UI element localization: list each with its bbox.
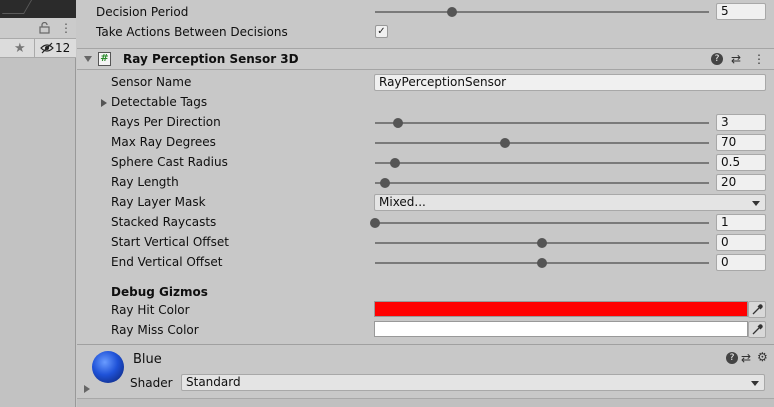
decision-period-row: Decision Period 5 [77,1,774,21]
rays-per-direction-slider-thumb[interactable] [393,118,404,128]
decision-period-slider-track[interactable] [375,11,709,13]
decision-period-label: Decision Period [96,5,189,19]
inspector-bottom-strip [77,398,774,407]
end-vertical-offset-label: End Vertical Offset [111,255,223,269]
sphere-cast-radius-label: Sphere Cast Radius [111,155,228,169]
panel-toolbar: ⋮ [0,18,76,38]
rays-per-direction-slider-track[interactable] [375,122,709,124]
lock-icon[interactable] [39,22,50,34]
sensor-name-row: Sensor Name RayPerceptionSensor [77,72,774,92]
stacked-raycasts-field[interactable]: 1 [716,214,766,231]
scene-view-strip [0,0,76,18]
ray-layer-mask-label: Ray Layer Mask [111,195,206,209]
ray-length-row: Ray Length 20 [77,172,774,192]
end-vertical-offset-row: End Vertical Offset 0 [77,252,774,272]
decision-period-field[interactable]: 5 [716,3,766,20]
shader-dropdown[interactable]: Standard [181,374,765,391]
help-icon[interactable]: ? [711,53,723,65]
eyedropper-icon[interactable] [748,321,766,338]
sphere-cast-radius-slider-track[interactable] [375,162,709,164]
gear-icon[interactable]: ⚙ [757,350,768,364]
stacked-raycasts-slider-track[interactable] [375,222,709,224]
material-preview-sphere [92,351,124,383]
scene-corner-decoration [1,0,33,14]
stacked-raycasts-label: Stacked Raycasts [111,215,217,229]
ray-length-slider-track[interactable] [375,182,709,184]
ray-hit-color-row: Ray Hit Color [77,300,774,320]
sphere-cast-radius-field[interactable]: 0.5 [716,154,766,171]
favorite-star-icon[interactable]: ★ [14,41,26,56]
debug-gizmos-header: Debug Gizmos [77,282,774,302]
hidden-count: 12 [55,41,71,55]
component-title: Ray Perception Sensor 3D [123,52,299,66]
divider [34,39,35,57]
max-ray-degrees-slider-track[interactable] [375,142,709,144]
ray-miss-color-label: Ray Miss Color [111,323,199,337]
max-ray-degrees-field[interactable]: 70 [716,134,766,151]
panel-filter-row: ★ 12 [0,38,76,58]
detectable-tags-label[interactable]: Detectable Tags [111,95,207,109]
hierarchy-panel: ⋮ ★ 12 [0,0,76,407]
stacked-raycasts-slider-thumb[interactable] [370,218,380,228]
presets-icon[interactable]: ⇄ [741,351,751,365]
sphere-cast-radius-slider-thumb[interactable] [390,158,401,168]
chevron-down-icon [752,201,760,206]
end-vertical-offset-slider-thumb[interactable] [537,258,547,268]
ray-miss-color-row: Ray Miss Color [77,320,774,340]
material-name: Blue [133,352,162,367]
take-actions-label: Take Actions Between Decisions [96,25,288,39]
detectable-tags-foldout-icon[interactable] [101,99,107,107]
ray-miss-color-swatch[interactable] [374,321,748,337]
ray-length-slider-thumb[interactable] [380,178,391,188]
take-actions-checkbox[interactable]: ✓ [375,25,388,38]
eyedropper-icon[interactable] [748,301,766,318]
sensor-name-input[interactable]: RayPerceptionSensor [374,74,766,91]
shader-value: Standard [186,375,241,389]
inspector-panel: Decision Period 5 Take Actions Between D… [77,0,774,407]
presets-icon[interactable]: ⇄ [731,52,741,66]
material-foldout-icon[interactable] [84,385,90,393]
rays-per-direction-label: Rays Per Direction [111,115,221,129]
stacked-raycasts-row: Stacked Raycasts 1 [77,212,774,232]
decision-period-slider-thumb[interactable] [446,7,457,17]
debug-gizmos-title: Debug Gizmos [111,285,208,299]
start-vertical-offset-field[interactable]: 0 [716,234,766,251]
ray-hit-color-label: Ray Hit Color [111,303,190,317]
ray-layer-mask-value: Mixed... [379,195,426,209]
component-menu-icon[interactable]: ⋮ [753,52,765,66]
start-vertical-offset-slider-thumb[interactable] [537,238,547,248]
ray-layer-mask-dropdown[interactable]: Mixed... [374,194,766,211]
component-header[interactable]: # Ray Perception Sensor 3D ? ⇄ ⋮ [77,48,774,70]
start-vertical-offset-row: Start Vertical Offset 0 [77,232,774,252]
ray-hit-color-swatch[interactable] [374,301,748,317]
end-vertical-offset-field[interactable]: 0 [716,254,766,271]
detectable-tags-row[interactable]: Detectable Tags [77,92,774,112]
max-ray-degrees-label: Max Ray Degrees [111,135,216,149]
material-section: Blue ? ⇄ ⚙ Shader Standard [77,344,774,398]
max-ray-degrees-slider-thumb[interactable] [500,138,511,148]
sensor-name-label: Sensor Name [111,75,192,89]
help-icon[interactable]: ? [726,352,738,364]
ray-layer-mask-row: Ray Layer Mask Mixed... [77,192,774,212]
take-actions-row: Take Actions Between Decisions ✓ [77,21,774,41]
hidden-eye-icon[interactable] [40,42,54,54]
max-ray-degrees-row: Max Ray Degrees 70 [77,132,774,152]
component-foldout-arrow-icon[interactable] [84,56,92,62]
sphere-cast-radius-row: Sphere Cast Radius 0.5 [77,152,774,172]
ray-length-label: Ray Length [111,175,179,189]
shader-label: Shader [130,376,173,390]
rays-per-direction-row: Rays Per Direction 3 [77,112,774,132]
rays-per-direction-field[interactable]: 3 [716,114,766,131]
chevron-down-icon [751,381,759,386]
start-vertical-offset-label: Start Vertical Offset [111,235,229,249]
script-icon: # [98,52,111,66]
ray-length-field[interactable]: 20 [716,174,766,191]
panel-menu-icon[interactable]: ⋮ [60,21,72,35]
